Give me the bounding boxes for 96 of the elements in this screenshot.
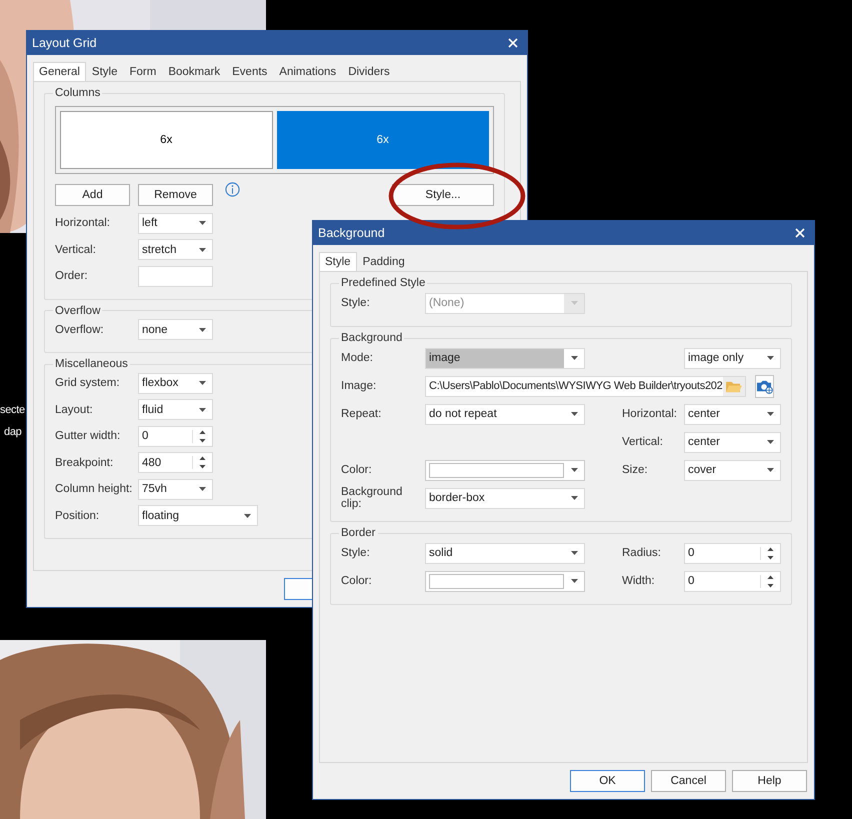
dropdown[interactable]: 75vh	[138, 478, 213, 500]
field-label: Horizontal:	[55, 217, 111, 230]
tab[interactable]: Form	[124, 63, 162, 81]
group-legend: Miscellaneous	[53, 358, 130, 370]
dialog-button[interactable]: OK	[570, 770, 645, 792]
dropdown[interactable]: floating	[138, 505, 258, 526]
caret-icon	[198, 408, 206, 412]
tab[interactable]: Style	[86, 63, 124, 81]
dropdown[interactable]: fluid	[138, 399, 213, 420]
field-label: Overflow:	[55, 324, 105, 336]
caret-icon	[570, 301, 578, 305]
tab[interactable]: General	[33, 62, 86, 81]
page-text: dap	[4, 426, 22, 438]
caret-icon	[570, 356, 578, 360]
dropdown[interactable]: left	[138, 212, 213, 234]
field-label: Radius:	[622, 547, 662, 559]
field-label: Color:	[341, 464, 373, 476]
field-label: Order:	[55, 270, 89, 282]
dropdown[interactable]: solid	[425, 542, 585, 564]
tab[interactable]: Style	[319, 252, 357, 271]
input-field[interactable]	[138, 266, 213, 287]
caret-icon	[198, 328, 206, 332]
browse-button[interactable]	[754, 374, 774, 398]
close-icon[interactable]	[508, 38, 518, 48]
caret-icon	[198, 221, 206, 226]
group-legend: Overflow	[53, 304, 102, 316]
field-label: Vertical:	[622, 436, 664, 448]
group-legend: Border	[339, 527, 378, 539]
field-label: Style:	[341, 547, 371, 559]
dropdown[interactable]: image only	[684, 348, 781, 368]
grid-column[interactable]: 6x	[60, 111, 272, 169]
caret-icon	[766, 468, 774, 472]
dropdown[interactable]: flexbox	[138, 372, 213, 394]
group-legend: Predefined Style	[339, 277, 428, 289]
field-label: Background clip:	[341, 486, 404, 510]
info-icon[interactable]	[225, 182, 240, 197]
caret-icon	[198, 381, 206, 386]
style-button[interactable]: Style...	[392, 184, 494, 206]
field-label: Horizontal:	[622, 408, 678, 420]
tab[interactable]: Padding	[356, 253, 411, 271]
window-title: Layout Grid	[32, 36, 97, 50]
dropdown[interactable]: cover	[684, 460, 781, 480]
spin-field[interactable]: 0	[684, 542, 781, 564]
tab[interactable]: Dividers	[342, 63, 396, 81]
group-legend: Background	[339, 332, 404, 344]
dropdown[interactable]: stretch	[138, 239, 213, 260]
caret-icon	[766, 412, 774, 416]
window-title: Background	[318, 226, 385, 240]
grid-column[interactable]: 6x	[276, 111, 489, 169]
caret-icon	[570, 551, 578, 555]
spin-field[interactable]: 0	[684, 570, 781, 592]
field-label: Width:	[622, 575, 656, 587]
push-button[interactable]: Add	[55, 184, 130, 206]
field-label: Mode:	[341, 352, 374, 364]
tab[interactable]: Events	[226, 63, 274, 81]
field-label: Size:	[622, 464, 649, 476]
color-picker[interactable]	[425, 460, 585, 480]
camera-icon	[756, 378, 773, 394]
caret-icon	[244, 514, 250, 518]
field-label: Layout:	[55, 404, 94, 416]
caret-icon	[766, 356, 774, 360]
caret-icon	[198, 487, 206, 492]
dropdown[interactable]: border-box	[425, 488, 585, 508]
field-label: Position:	[55, 510, 100, 522]
caret-icon	[766, 440, 774, 444]
tab[interactable]: Animations	[273, 63, 342, 81]
field-label: Repeat:	[341, 408, 382, 420]
dropdown[interactable]: image	[425, 348, 585, 368]
caret-icon	[570, 412, 578, 416]
dropdown[interactable]: none	[138, 319, 213, 340]
caret-icon	[570, 496, 578, 500]
dialog-button[interactable]: Cancel	[651, 770, 726, 792]
dropdown[interactable]: center	[684, 432, 781, 452]
field-label: Breakpoint:	[55, 456, 114, 469]
field-label: Vertical:	[55, 244, 97, 256]
caret-icon	[570, 579, 578, 583]
field-label: Gutter width:	[55, 430, 122, 442]
caret-icon	[198, 248, 206, 252]
caret-icon	[570, 468, 578, 472]
color-picker[interactable]	[425, 570, 585, 592]
path-field[interactable]: C:\Users\Pablo\Documents\WYSIWYG Web Builder\tryouts202	[425, 376, 746, 396]
page-text: secte	[0, 404, 25, 416]
tab[interactable]: Bookmark	[162, 63, 226, 81]
group-legend: Columns	[53, 87, 102, 99]
dialog-button[interactable]: Help	[732, 770, 807, 792]
field-label: Color:	[341, 575, 373, 587]
field-label: Grid system:	[55, 377, 121, 390]
spin-field[interactable]: 480	[138, 452, 213, 474]
close-icon[interactable]	[795, 228, 805, 238]
field-label: Image:	[341, 380, 378, 392]
dropdown[interactable]: center	[684, 404, 781, 424]
push-button[interactable]: Remove	[138, 184, 213, 206]
field-label: Style:	[341, 297, 371, 309]
dropdown[interactable]: do not repeat	[425, 404, 585, 424]
spin-field[interactable]: 0	[138, 426, 213, 447]
field-label: Column height:	[55, 483, 134, 496]
